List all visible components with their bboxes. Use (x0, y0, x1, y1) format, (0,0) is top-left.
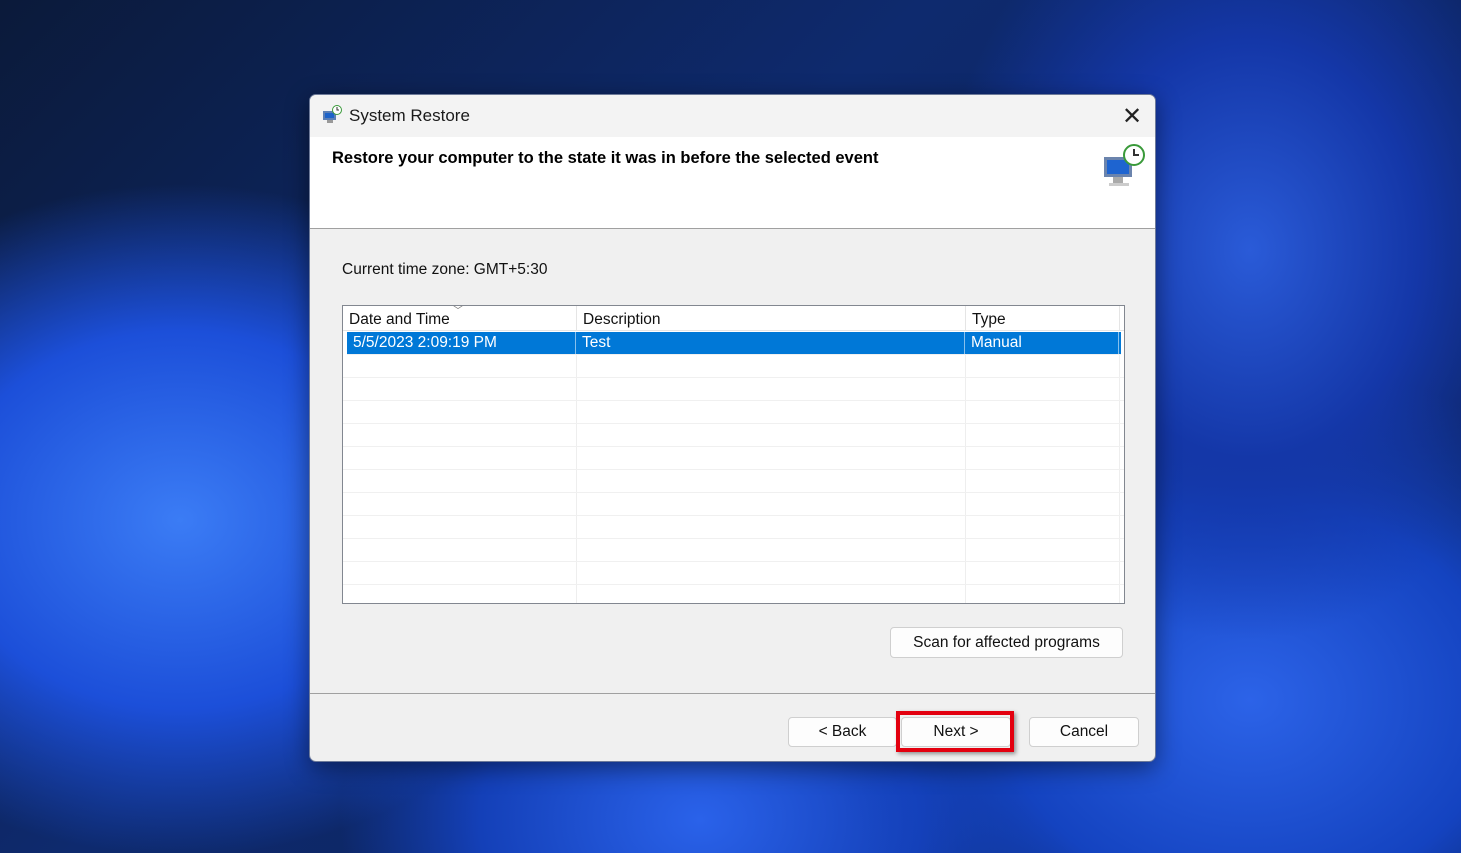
cell-date: 5/5/2023 2:09:19 PM (347, 332, 576, 354)
empty-cell (966, 424, 1120, 446)
cell-type: Manual (965, 332, 1119, 354)
empty-cell (577, 539, 966, 561)
empty-cell (966, 401, 1120, 423)
empty-cell (343, 447, 577, 469)
title-bar[interactable]: System Restore ✕ (310, 95, 1155, 137)
empty-cell (343, 401, 577, 423)
column-label: Date and Time (349, 311, 450, 328)
empty-cell (966, 447, 1120, 469)
next-button-highlight (896, 711, 1014, 752)
table-row-empty (343, 378, 1124, 401)
timezone-label: Current time zone: GMT+5:30 (342, 261, 548, 278)
table-row-empty (343, 585, 1124, 603)
table-row-empty (343, 447, 1124, 470)
empty-cell (343, 562, 577, 584)
system-restore-icon (323, 105, 342, 123)
empty-cell (966, 562, 1120, 584)
empty-cell (966, 539, 1120, 561)
column-header-date[interactable]: Date and Time ﹀ (343, 306, 577, 330)
restore-points-table[interactable]: Date and Time ﹀ Description Type 5/5/2023… (342, 305, 1125, 604)
empty-cell (577, 447, 966, 469)
table-row-empty (343, 424, 1124, 447)
empty-cell (577, 562, 966, 584)
empty-cell (343, 516, 577, 538)
table-row-empty (343, 401, 1124, 424)
table-header: Date and Time ﹀ Description Type (343, 306, 1124, 331)
empty-cell (577, 493, 966, 515)
empty-cell (966, 355, 1120, 377)
scan-affected-programs-button[interactable]: Scan for affected programs (890, 627, 1123, 658)
empty-cell (343, 539, 577, 561)
empty-cell (966, 516, 1120, 538)
empty-cell (577, 424, 966, 446)
back-button[interactable]: < Back (788, 717, 897, 747)
empty-cell (966, 493, 1120, 515)
empty-cell (343, 424, 577, 446)
window-title: System Restore (349, 106, 470, 125)
table-row-selected[interactable]: 5/5/2023 2:09:19 PM Test Manual (347, 332, 1121, 355)
empty-cell (577, 585, 966, 603)
empty-cell (343, 493, 577, 515)
sort-descending-icon: ﹀ (453, 306, 463, 317)
table-row-empty (343, 470, 1124, 493)
empty-cell (966, 470, 1120, 492)
empty-cell (343, 378, 577, 400)
empty-cell (577, 378, 966, 400)
empty-cell (343, 585, 577, 603)
close-button[interactable]: ✕ (1109, 95, 1155, 137)
empty-cell (343, 355, 577, 377)
empty-cell (343, 470, 577, 492)
table-row-empty (343, 516, 1124, 539)
cell-description: Test (576, 332, 965, 354)
empty-cell (966, 585, 1120, 603)
table-row-empty (343, 539, 1124, 562)
empty-cell (577, 355, 966, 377)
empty-cell (966, 378, 1120, 400)
empty-cell (577, 470, 966, 492)
page-heading: Restore your computer to the state it wa… (332, 149, 879, 167)
divider (310, 693, 1155, 694)
system-restore-large-icon (1104, 144, 1145, 186)
header-panel: Restore your computer to the state it wa… (310, 137, 1155, 229)
cancel-button[interactable]: Cancel (1029, 717, 1139, 747)
column-header-type[interactable]: Type (966, 306, 1120, 330)
table-row-empty (343, 493, 1124, 516)
column-header-description[interactable]: Description (577, 306, 966, 330)
empty-cell (577, 516, 966, 538)
table-row-empty (343, 355, 1124, 378)
table-row-empty (343, 562, 1124, 585)
system-restore-dialog: System Restore ✕ Restore your computer t… (309, 94, 1156, 762)
empty-cell (577, 401, 966, 423)
